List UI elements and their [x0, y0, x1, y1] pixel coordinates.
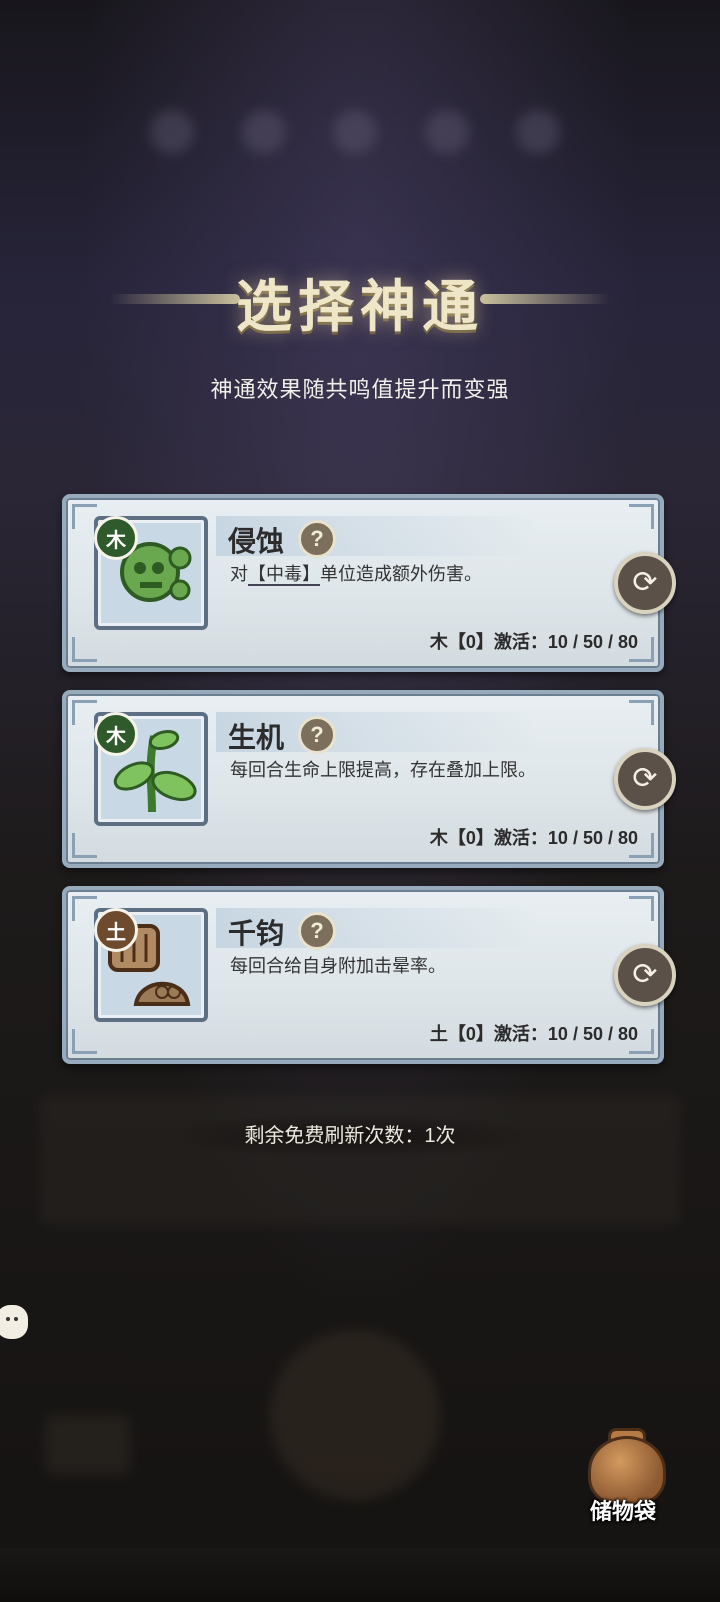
activation-requirement: 木【0】激活：10 / 50 / 80	[429, 632, 638, 652]
storage-bag-label: 储物袋	[589, 1499, 656, 1524]
refresh-skill-button-3[interactable]: ⟳	[614, 944, 676, 1006]
element-badge: 木	[94, 712, 138, 756]
refresh-skill-button-2[interactable]: ⟳	[614, 748, 676, 810]
storage-bag-button[interactable]: 储物袋	[578, 1428, 668, 1528]
chat-icon[interactable]	[0, 1305, 28, 1339]
background-progress-dots	[150, 110, 560, 162]
skill-card-2[interactable]: 木 生机 ? 每回合生命上限提高，存在叠加上限。 木【0】激活：10 / 50 …	[62, 690, 664, 868]
free-refresh-count: 剩余免费刷新次数：1次	[170, 1114, 530, 1158]
element-badge: 木	[94, 516, 138, 560]
background-avatar	[270, 1330, 440, 1500]
page-title: 选择神通	[236, 273, 484, 340]
title-banner: 选择神通	[0, 262, 720, 342]
element-badge: 土	[94, 908, 138, 952]
activation-requirement: 木【0】激活：10 / 50 / 80	[429, 828, 638, 848]
refresh-icon: ⟳	[632, 958, 658, 991]
refresh-icon: ⟳	[632, 762, 658, 795]
title-ornament-left	[110, 294, 240, 304]
skill-name: 侵蚀	[228, 526, 285, 557]
help-icon[interactable]: ?	[298, 912, 336, 950]
activation-requirement: 土【0】激活：10 / 50 / 80	[429, 1024, 638, 1044]
skill-card-1[interactable]: 木 侵蚀 ? 对【中毒】单位造成额外伤害。 木【0】激活：10 / 50 / 8…	[62, 494, 664, 672]
help-icon[interactable]: ?	[298, 520, 336, 558]
skill-name: 生机	[228, 722, 285, 753]
refresh-skill-button-1[interactable]: ⟳	[614, 552, 676, 614]
skill-name: 千钧	[228, 918, 285, 949]
skill-card-3[interactable]: 土 千钧 ? 每回合给自身附加击晕率。 土【0】激活：10 / 50 / 80	[62, 886, 664, 1064]
bottom-bar	[0, 1548, 720, 1602]
skill-description: 对【中毒】单位造成额外伤害。	[230, 564, 482, 586]
title-ornament-right	[480, 294, 610, 304]
refresh-icon: ⟳	[632, 566, 658, 599]
skill-description: 每回合生命上限提高，存在叠加上限。	[230, 760, 536, 780]
skill-description: 每回合给自身附加击晕率。	[230, 956, 446, 976]
background-back-icon	[45, 1415, 130, 1475]
help-icon[interactable]: ?	[298, 716, 336, 754]
page-subtitle: 神通效果随共鸣值提升而变强	[210, 377, 510, 402]
